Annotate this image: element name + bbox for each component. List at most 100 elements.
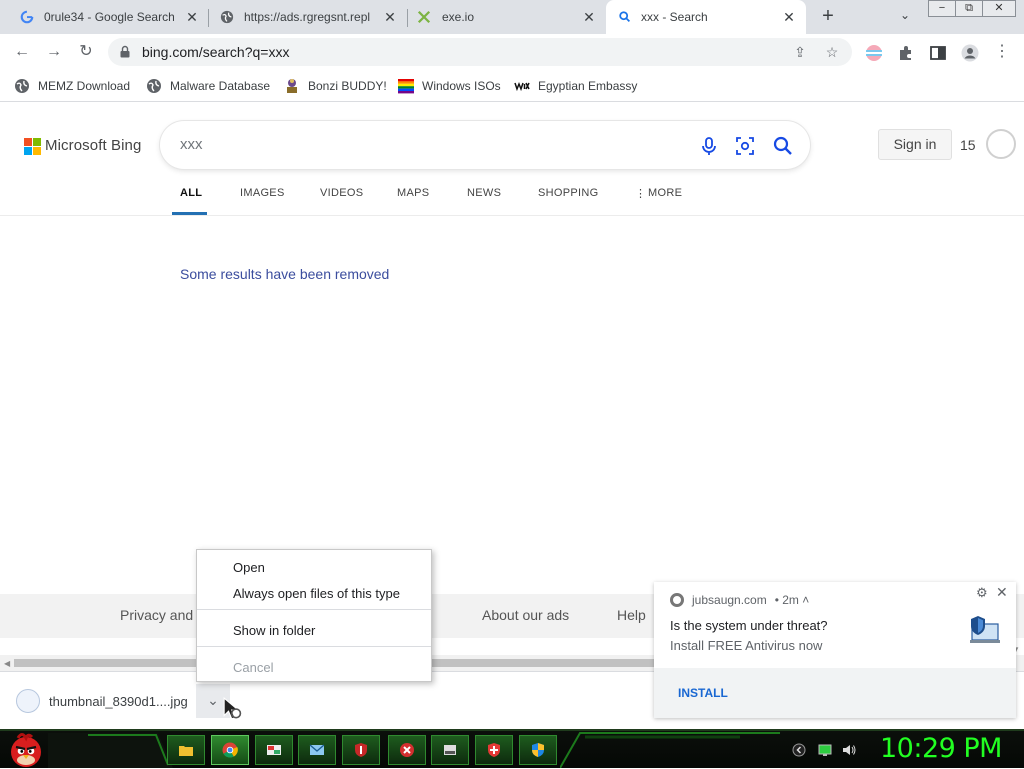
bing-logo[interactable]: Microsoft Bing [24, 137, 141, 155]
search-icon[interactable] [772, 135, 794, 157]
bookmark-malware-database[interactable]: Malware Database [146, 77, 270, 95]
side-panel-icon[interactable] [929, 44, 947, 62]
error-icon [400, 743, 414, 757]
menu-item-show-in-folder[interactable]: Show in folder [233, 623, 315, 638]
tab-google-search[interactable]: 0rule34 - Google Search ✕ [0, 0, 207, 34]
taskbar-chrome-button[interactable] [211, 735, 249, 765]
volume-icon[interactable] [842, 743, 856, 757]
help-link[interactable]: Help [617, 607, 646, 623]
scroll-left-arrow-icon[interactable]: ◀ [4, 659, 10, 668]
tab-shopping[interactable]: SHOPPING [538, 187, 598, 199]
close-tab-icon[interactable]: ✕ [581, 9, 597, 25]
bookmark-egyptian-embassy[interactable]: Egyptian Embassy [514, 77, 637, 95]
tab-news[interactable]: NEWS [467, 187, 501, 199]
menu-item-cancel: Cancel [233, 660, 274, 675]
menu-divider [197, 609, 431, 610]
menu-item-always-open[interactable]: Always open files of this type [233, 586, 400, 601]
menu-item-open[interactable]: Open [233, 560, 265, 575]
close-tab-icon[interactable]: ✕ [382, 9, 398, 25]
search-input[interactable]: xxx [180, 136, 203, 153]
angry-bird-start-icon[interactable] [6, 729, 46, 769]
exe-io-icon [417, 10, 431, 24]
tab-ads-site[interactable]: https://ads.rgregsnt.repl.c ✕ [208, 0, 406, 34]
reload-icon[interactable]: ↻ [76, 42, 96, 62]
about-ads-link[interactable]: About our ads [482, 607, 569, 623]
taskbar-shield-button[interactable] [342, 735, 380, 765]
taskbar-antivirus-button[interactable] [475, 735, 513, 765]
bookmark-memz-download[interactable]: MEMZ Download [14, 77, 130, 95]
trans-flag-extension-icon[interactable] [865, 44, 883, 62]
bookmark-label: Egyptian Embassy [538, 79, 638, 93]
notification-title: Is the system under threat? [670, 618, 828, 633]
close-window-button[interactable]: ✕ [982, 0, 1016, 17]
more-dots-icon: ⋮ [635, 188, 647, 200]
results-removed-notice[interactable]: Some results have been removed [180, 266, 389, 282]
microphone-icon[interactable] [698, 135, 720, 157]
tab-exe-io[interactable]: exe.io ✕ [407, 0, 605, 34]
taskbar-drive-button[interactable] [431, 735, 469, 765]
globe-icon [147, 79, 161, 93]
bookmark-label: MEMZ Download [38, 79, 131, 93]
notification-settings-icon[interactable]: ⚙ [976, 585, 988, 601]
restore-button[interactable]: ⧉ [955, 0, 983, 17]
tab-more[interactable]: MORE [648, 187, 682, 199]
notification-close-icon[interactable]: ✕ [996, 584, 1008, 601]
taskbar-security-button[interactable] [519, 735, 557, 765]
address-bar[interactable]: bing.com/search?q=xxx ⇪ ☆ [108, 38, 852, 66]
back-arrow-icon[interactable]: ← [12, 42, 32, 62]
tab-all[interactable]: ALL [180, 187, 202, 199]
taskbar-error-button[interactable] [388, 735, 426, 765]
globe-icon [15, 79, 29, 93]
forward-arrow-icon[interactable]: → [44, 42, 64, 62]
taskbar-clock[interactable]: 10:29 PM [880, 733, 1002, 764]
profile-avatar-icon[interactable] [961, 44, 979, 62]
rewards-points[interactable]: 15 [960, 137, 976, 153]
wix-icon [514, 81, 530, 92]
visual-search-camera-icon[interactable] [734, 135, 756, 157]
notification-age: • 2m ˄ [774, 593, 810, 607]
bookmark-bonzi-buddy[interactable]: Bonzi BUDDY! [284, 77, 387, 95]
download-filename: thumbnail_8390d1....jpg [49, 693, 188, 709]
taskbar-explorer-button[interactable] [167, 735, 205, 765]
tab-images[interactable]: IMAGES [240, 187, 285, 199]
search-nav-tabs: ALL IMAGES VIDEOS MAPS NEWS SHOPPING ⋮ M… [0, 186, 1024, 216]
taskbar-photos-button[interactable] [255, 735, 293, 765]
tab-videos[interactable]: VIDEOS [320, 187, 363, 199]
sign-in-button[interactable]: Sign in [878, 129, 952, 160]
tab-title: 0rule34 - Google Search [44, 10, 174, 24]
lock-icon [120, 45, 130, 58]
download-item[interactable]: thumbnail_8390d1....jpg [10, 682, 188, 720]
network-icon[interactable] [818, 743, 832, 757]
push-notification[interactable]: jubsaugn.com • 2m ˄ ⚙ ✕ Is the system un… [654, 582, 1016, 718]
install-button[interactable]: INSTALL [678, 686, 728, 700]
bookmark-star-icon[interactable]: ☆ [824, 44, 840, 60]
new-tab-button[interactable]: + [818, 6, 838, 27]
folder-icon [179, 746, 193, 756]
mouse-cursor-icon [223, 696, 242, 720]
close-tab-icon[interactable]: ✕ [781, 9, 797, 25]
tab-search-chevron-icon[interactable]: ⌄ [896, 8, 914, 26]
bookmark-windows-isos[interactable]: Windows ISOs [398, 77, 501, 95]
kebab-menu-icon[interactable]: ⋮ [992, 42, 1012, 62]
photos-icon [267, 745, 281, 755]
google-g-icon [20, 10, 34, 24]
taskbar-mail-button[interactable] [298, 735, 336, 765]
minimize-button[interactable]: − [928, 0, 956, 17]
antivirus-shield-icon [970, 616, 1000, 643]
shield-icon [355, 743, 367, 757]
rewards-trophy-icon[interactable] [986, 129, 1016, 159]
close-tab-icon[interactable]: ✕ [184, 9, 200, 25]
windows-flag-icon [398, 79, 414, 94]
share-icon[interactable]: ⇪ [792, 44, 808, 60]
search-box[interactable]: xxx [160, 121, 810, 169]
tray-arrow-icon[interactable] [792, 743, 806, 757]
tab-maps[interactable]: MAPS [397, 187, 429, 199]
taskbar-decoration [560, 732, 780, 768]
tab-strip: 0rule34 - Google Search ✕ https://ads.rg… [0, 0, 1024, 34]
bookmark-label: Windows ISOs [422, 79, 501, 93]
extensions-puzzle-icon[interactable] [897, 44, 915, 62]
tab-bing-search[interactable]: xxx - Search ✕ [606, 0, 806, 34]
taskbar: 10:29 PM [0, 729, 1024, 768]
download-context-menu: Open Always open files of this type Show… [196, 549, 432, 682]
privacy-link[interactable]: Privacy and [120, 607, 193, 623]
